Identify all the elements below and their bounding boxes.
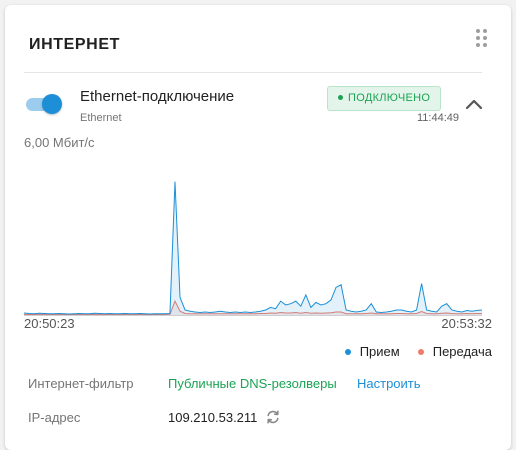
connection-type: Ethernet: [80, 112, 122, 124]
card-title: ИНТЕРНЕТ: [29, 36, 120, 53]
chart-max-rate: 6,00 Мбит/с: [24, 135, 95, 150]
legend-transmit[interactable]: Передача: [417, 344, 492, 359]
drag-dots-icon[interactable]: [476, 29, 488, 47]
status-badge: ПОДКЛЮЧЕНО: [327, 86, 442, 111]
x-tick-end: 20:53:32: [441, 316, 492, 331]
filter-value-link[interactable]: Публичные DNS-резолверы: [168, 376, 337, 391]
traffic-chart: [24, 160, 482, 316]
ip-label: IP-адрес: [28, 410, 81, 425]
filter-label: Интернет-фильтр: [28, 376, 134, 391]
status-text: ПОДКЛЮЧЕНО: [348, 92, 431, 104]
legend-transmit-dot: [417, 348, 424, 355]
legend-receive-label: Прием: [359, 344, 400, 359]
x-tick-start: 20:50:23: [24, 316, 75, 331]
series-area-receive: [24, 181, 482, 315]
legend-receive[interactable]: Прием: [344, 344, 400, 359]
divider: [24, 72, 482, 73]
legend-receive-dot: [344, 348, 351, 355]
connection-toggle[interactable]: [24, 93, 62, 115]
chevron-up-icon[interactable]: [464, 96, 484, 112]
status-time: 11:44:49: [416, 112, 459, 124]
refresh-icon[interactable]: [265, 409, 281, 425]
filter-configure-link[interactable]: Настроить: [357, 376, 421, 391]
connection-name: Ethernet-подключение: [80, 88, 235, 105]
ip-value: 109.210.53.211: [168, 410, 258, 425]
toggle-knob: [42, 94, 62, 114]
series-line-receive: [24, 182, 482, 314]
chart-legend: Прием Передача: [344, 344, 492, 359]
status-dot-icon: [338, 94, 343, 100]
legend-transmit-label: Передача: [432, 344, 492, 359]
